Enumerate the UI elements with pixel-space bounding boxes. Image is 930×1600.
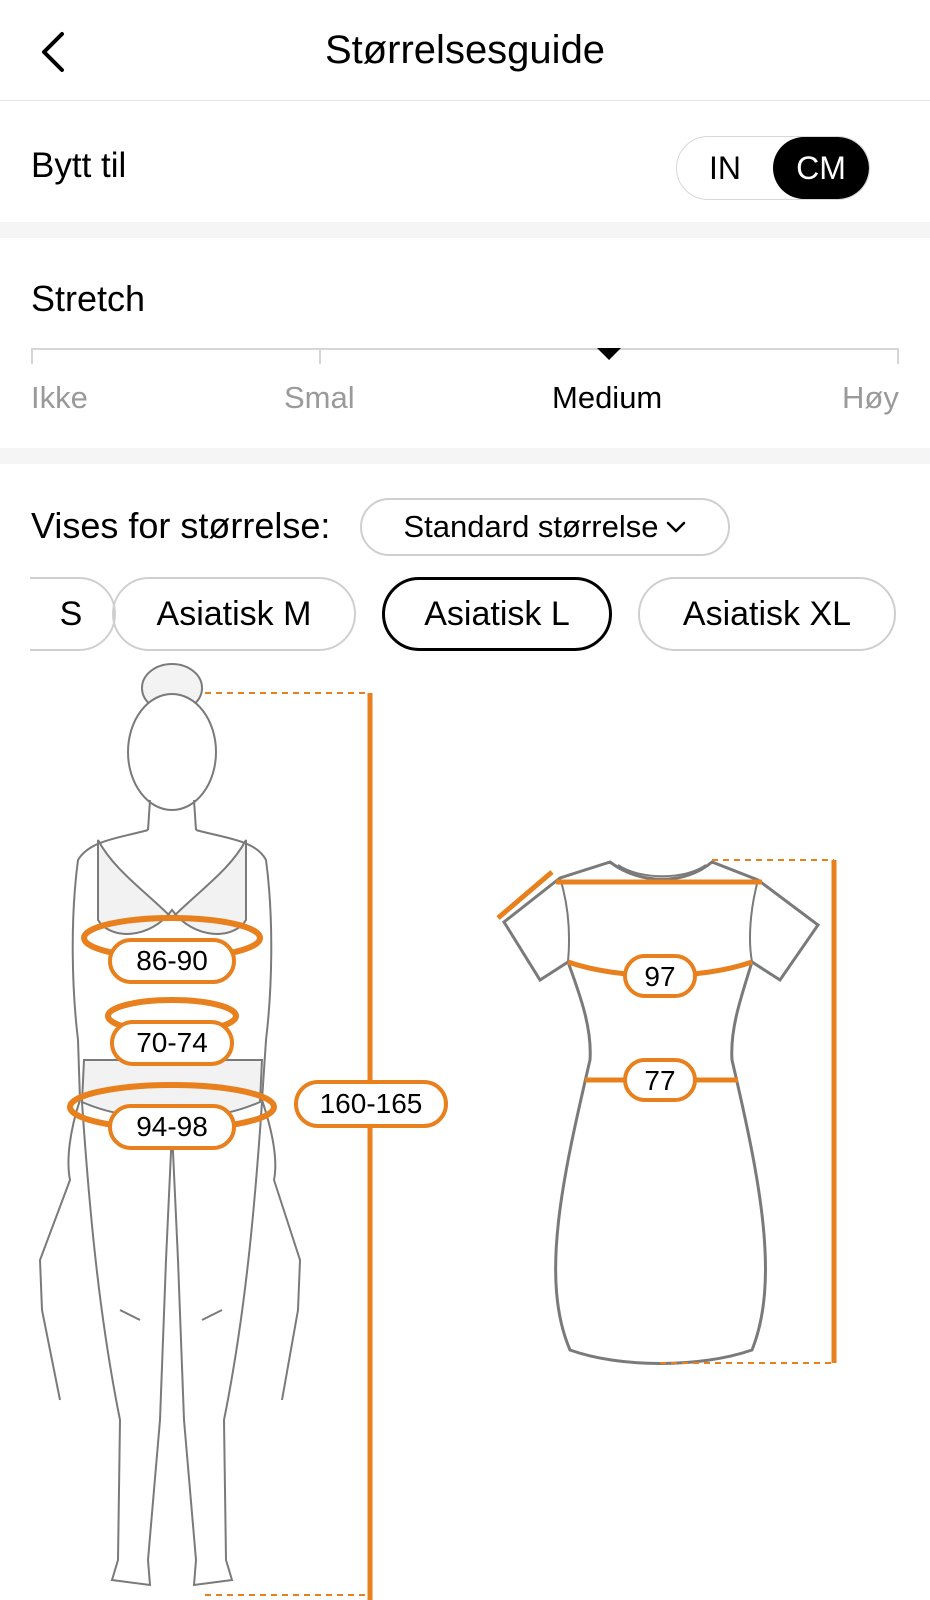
dress-chest-badge: 97 — [623, 954, 697, 998]
stretch-tick — [319, 348, 321, 364]
height-value: 160-165 — [320, 1088, 423, 1119]
page-title: Størrelsesguide — [324, 28, 606, 72]
size-chip-asiatisk-m[interactable]: Asiatisk M — [112, 577, 356, 651]
unit-option-cm[interactable]: CM — [773, 137, 869, 199]
dress-chest-value: 97 — [644, 961, 675, 992]
hip-value: 94-98 — [136, 1111, 208, 1142]
dress-outline — [502, 860, 821, 1365]
top-bar: Størrelsesguide — [0, 0, 930, 101]
height-measure-badge: 160-165 — [294, 1080, 448, 1128]
unit-switch-label: Bytt til — [31, 146, 127, 185]
section-divider — [0, 448, 930, 464]
dress-waist-value: 77 — [644, 1065, 675, 1096]
size-standard-dropdown[interactable]: Standard størrelse — [360, 498, 730, 556]
hip-measure-badge: 94-98 — [108, 1104, 236, 1150]
section-divider — [0, 222, 930, 238]
height-measure-line — [205, 692, 373, 1600]
waist-value: 70-74 — [136, 1027, 208, 1058]
size-chip-asiatisk-l[interactable]: Asiatisk L — [382, 577, 612, 651]
stretch-level-smal[interactable]: Smal — [284, 380, 355, 416]
bust-value: 86-90 — [136, 945, 208, 976]
size-chip-row: S Asiatisk M Asiatisk L Asiatisk XL — [30, 577, 930, 653]
size-display-label: Vises for størrelse: — [31, 505, 331, 546]
stretch-slider-track[interactable] — [31, 348, 899, 350]
size-chip-s[interactable]: S — [30, 577, 116, 651]
stretch-level-hoy[interactable]: Høy — [842, 380, 899, 416]
stretch-level-ikke[interactable]: Ikke — [31, 380, 88, 416]
stretch-level-medium[interactable]: Medium — [552, 380, 662, 416]
size-chip-asiatisk-xl[interactable]: Asiatisk XL — [638, 577, 896, 651]
stretch-marker-icon[interactable] — [597, 348, 621, 360]
stretch-title: Stretch — [31, 278, 146, 319]
stretch-tick — [897, 348, 899, 364]
unit-toggle: IN CM — [676, 136, 870, 200]
dress-waist-badge: 77 — [623, 1058, 697, 1102]
chevron-down-icon — [666, 521, 685, 533]
size-dropdown-value: Standard størrelse — [403, 509, 659, 544]
stretch-tick — [31, 348, 33, 364]
waist-measure-badge: 70-74 — [110, 1020, 234, 1066]
bust-measure-badge: 86-90 — [108, 938, 236, 984]
measurement-illustration: 86-90 70-74 94-98 160-165 97 77 — [38, 663, 837, 1600]
unit-option-in[interactable]: IN — [677, 137, 773, 199]
